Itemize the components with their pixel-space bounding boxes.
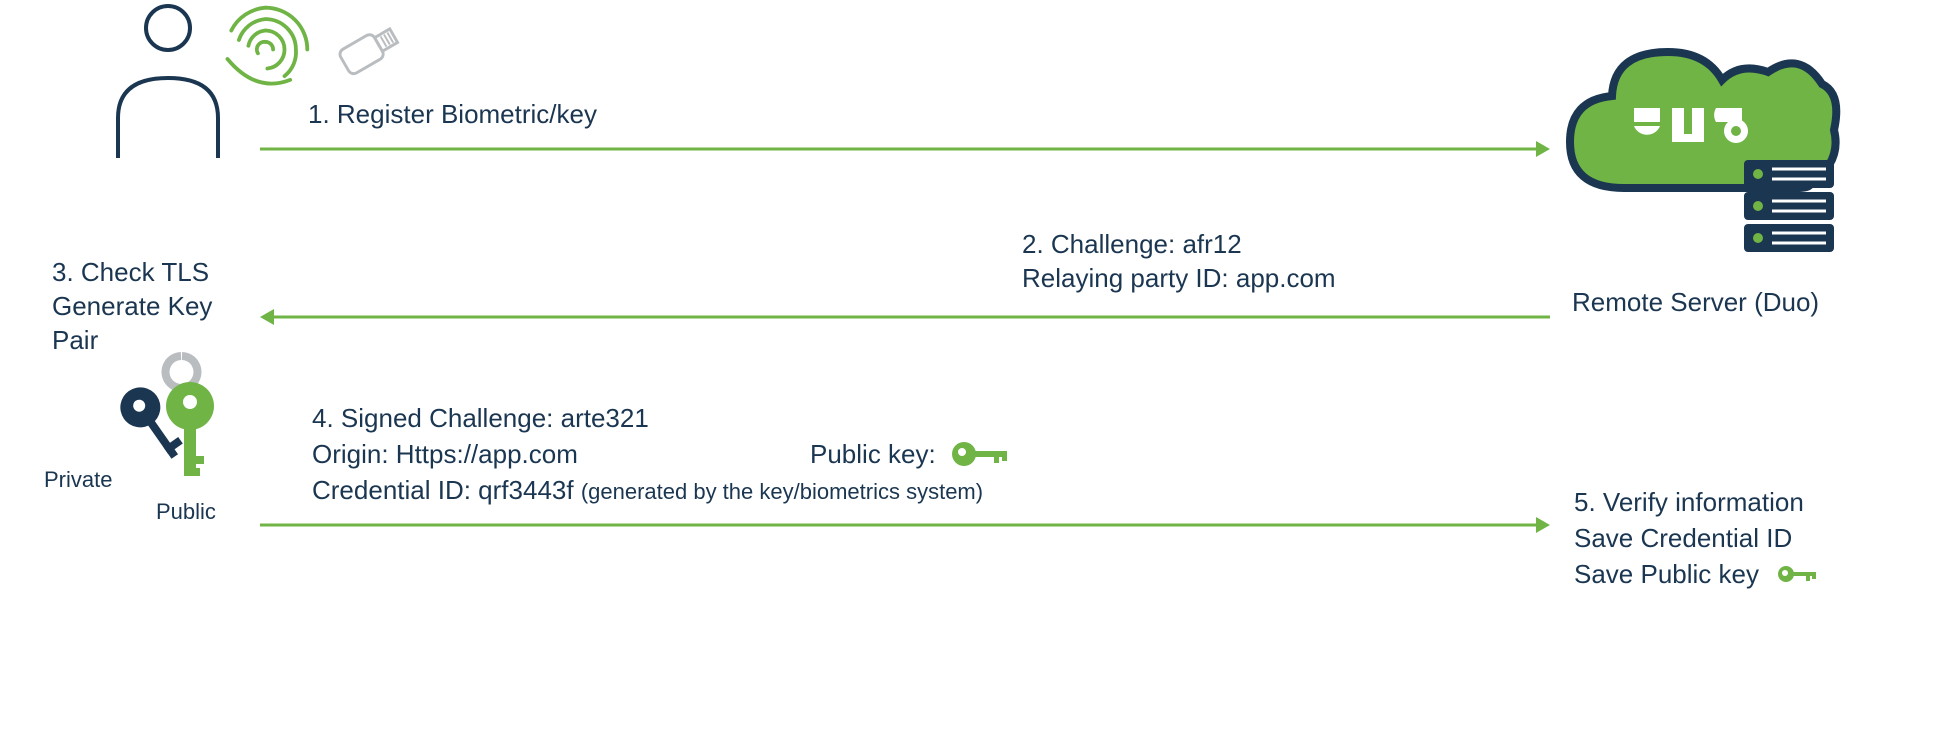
- step3-line1: 3. Check TLS: [52, 256, 209, 290]
- step2-line1: 2. Challenge: afr12: [1022, 228, 1242, 262]
- hardware-key-icon: [332, 12, 410, 90]
- keypair-icon: [110, 348, 240, 488]
- arrow-step1-right: [260, 138, 1550, 160]
- step1-label: 1. Register Biometric/key: [308, 98, 597, 132]
- server-label: Remote Server (Duo): [1572, 286, 1819, 320]
- webauthn-registration-diagram: Remote Server (Duo) 1. Register Biometri…: [0, 0, 1946, 746]
- key-private-label: Private: [44, 466, 112, 495]
- arrow-step2-left: [260, 306, 1550, 328]
- step4-pubkey-label: Public key:: [810, 438, 936, 472]
- step5-line1: 5. Verify information: [1574, 486, 1804, 520]
- key-public-label: Public: [156, 498, 216, 527]
- step4-line1: 4. Signed Challenge: arte321: [312, 402, 649, 436]
- step4-line3b: (generated by the key/biometrics system): [581, 479, 983, 504]
- step5-line3: Save Public key: [1574, 558, 1759, 592]
- fingerprint-icon: [218, 2, 313, 97]
- pubkey-inline-icon: [950, 438, 1010, 470]
- arrow-step4-right: [260, 514, 1550, 536]
- step3-line3: Pair: [52, 324, 98, 358]
- step2-line2: Relaying party ID: app.com: [1022, 262, 1336, 296]
- step4-line3: Credential ID: qrf3443f (generated by th…: [312, 474, 983, 508]
- pubkey-small-icon: [1776, 562, 1820, 586]
- step5-line2: Save Credential ID: [1574, 522, 1792, 556]
- cloud-server-icon: [1564, 38, 1842, 268]
- step4-line2: Origin: Https://app.com: [312, 438, 578, 472]
- step4-line3a: Credential ID: qrf3443f: [312, 475, 581, 505]
- step3-line2: Generate Key: [52, 290, 212, 324]
